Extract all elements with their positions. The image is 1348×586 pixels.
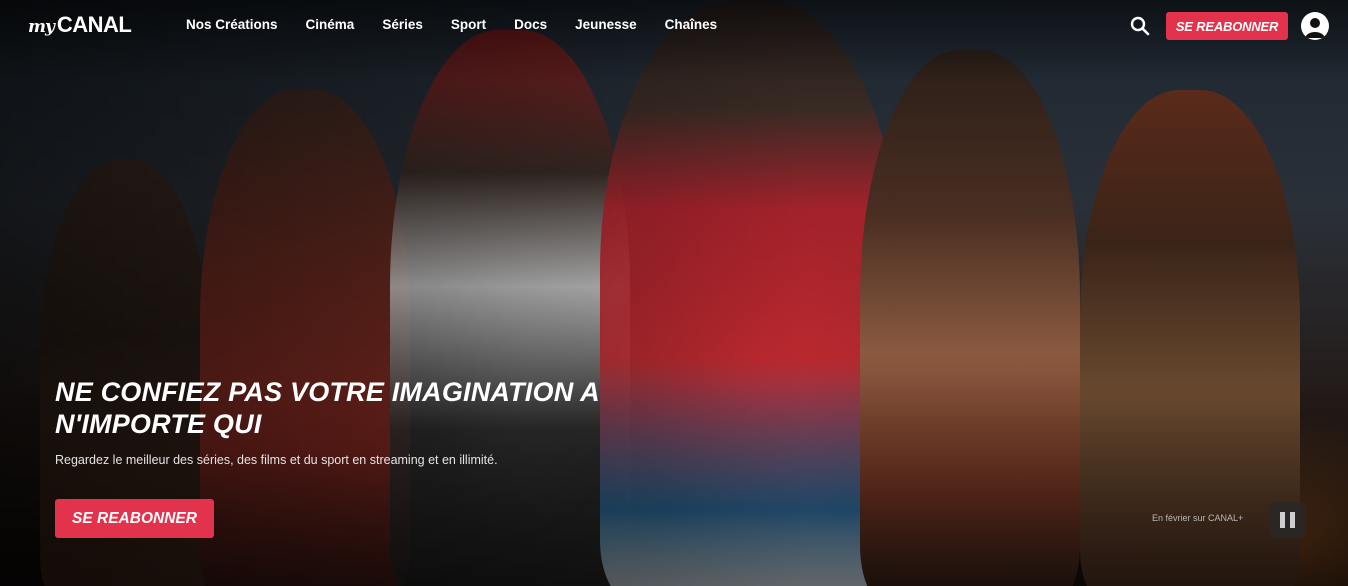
pause-bar [1279, 512, 1285, 528]
logo-my-text: my [28, 17, 55, 37]
search-icon[interactable] [1129, 15, 1151, 37]
nav-item-series[interactable]: Séries [382, 17, 423, 32]
logo-canal-text: CANAL [56, 12, 132, 37]
nav-item-jeunesse[interactable]: Jeunesse [575, 17, 637, 32]
nav-item-sport[interactable]: Sport [451, 17, 486, 32]
user-icon[interactable] [1301, 12, 1329, 40]
subscribe-button-header[interactable]: SE REABONNER [1166, 12, 1288, 40]
nav-item-nos-creations[interactable]: Nos Créations [186, 17, 278, 32]
hero-subtitle: Regardez le meilleur des séries, des fil… [55, 453, 498, 467]
top-navigation-bar: my CANAL Nos Créations Cinéma Séries Spo… [0, 0, 1348, 52]
pause-bar [1289, 512, 1295, 528]
subscribe-button-hero[interactable]: SE REABONNER [55, 499, 214, 538]
hero-title: NE CONFIEZ PAS VOTRE IMAGINATION A N'IMP… [55, 377, 599, 439]
hero-caption: En février sur CANAL+ [1152, 513, 1244, 523]
mycanal-logo[interactable]: my CANAL [28, 12, 132, 38]
nav-item-cinema[interactable]: Cinéma [306, 17, 355, 32]
nav-item-docs[interactable]: Docs [514, 17, 547, 32]
main-nav: Nos Créations Cinéma Séries Sport Docs J… [186, 17, 745, 32]
pause-icon[interactable] [1269, 502, 1305, 538]
nav-item-chaines[interactable]: Chaînes [665, 17, 718, 32]
